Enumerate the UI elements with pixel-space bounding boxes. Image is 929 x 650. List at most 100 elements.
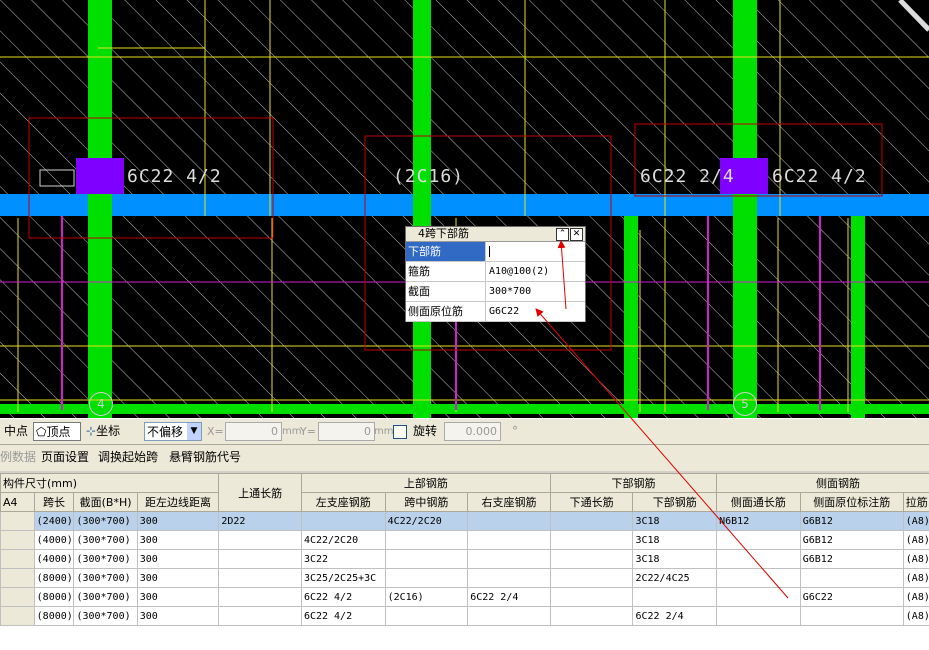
collapse-icon[interactable]: ⌃ [556,228,569,241]
table-cell[interactable]: 6C22 4/2 [300,606,386,626]
menu-item-page-setup[interactable]: 页面设置 [41,448,89,467]
table-cell[interactable] [549,606,634,626]
table-cell[interactable] [467,530,551,550]
table-cell[interactable]: (300*700) [73,549,138,569]
bottom-rebar-input[interactable] [486,242,585,261]
table-cell[interactable]: (A8) [902,587,929,607]
table-cell[interactable]: (8000) [33,606,75,626]
table-cell[interactable]: (4000) [33,549,75,569]
table-cell[interactable] [384,606,469,626]
menu-item-swap-start[interactable]: 调换起始跨 [98,448,158,467]
table-cell[interactable] [716,568,801,588]
table-cell[interactable]: (A8) [902,568,929,588]
table-cell[interactable]: G6C22 [799,587,904,607]
table-cell[interactable] [799,606,904,626]
popup-row-side-rebar[interactable]: 侧面原位筋 G6C22 [406,302,585,322]
table-cell[interactable] [716,530,801,550]
popup-value[interactable]: G6C22 [486,302,585,321]
coord-button[interactable]: ⊹坐标 [86,422,120,441]
table-cell[interactable]: G6B12 [799,511,904,531]
table-cell[interactable] [300,511,386,531]
table-row[interactable]: (4000) (300*700) 300 4C22/2C20 3C18 G6B12 (A8) [0,530,929,550]
table-cell[interactable] [0,511,35,531]
table-cell[interactable] [549,511,634,531]
table-cell[interactable]: (300*700) [73,606,138,626]
table-cell[interactable]: (8000) [33,587,75,607]
table-cell[interactable] [218,530,302,550]
table-cell[interactable]: 6C22 2/4 [632,606,718,626]
table-cell[interactable] [218,549,302,569]
table-cell[interactable]: 6C22 4/2 [300,587,386,607]
x-input[interactable]: 0 [225,422,282,441]
table-cell[interactable]: 3C18 [632,530,718,550]
table-cell[interactable] [716,606,801,626]
menu-item-cantilever-code[interactable]: 悬臂钢筋代号 [169,448,241,467]
table-row[interactable]: (8000) (300*700) 300 6C22 4/2 (2C16) 6C22 2/4… [0,587,929,607]
close-icon[interactable]: ✕ [570,228,583,241]
table-cell[interactable]: 300 [136,549,220,569]
table-cell[interactable]: 3C18 [632,549,718,569]
cad-canvas[interactable]: 6C22 4/2 (2C16) 6C22 2/4 6C22 4/2 4 5 4跨… [0,0,929,418]
table-cell[interactable]: 300 [136,606,220,626]
table-cell[interactable] [467,568,551,588]
table-cell[interactable]: 3C18 [632,511,718,531]
table-cell[interactable] [0,587,35,607]
table-cell[interactable]: 6C22 2/4 [467,587,551,607]
table-cell[interactable]: 2D22 [218,511,302,531]
table-cell[interactable] [0,530,35,550]
table-cell[interactable]: G6B12 [799,530,904,550]
table-cell[interactable] [218,587,302,607]
table-cell[interactable]: (300*700) [73,511,138,531]
table-cell[interactable] [549,587,634,607]
table-cell[interactable]: 300 [136,587,220,607]
table-cell[interactable] [632,587,718,607]
table-cell[interactable]: 3C25/2C25+3C [300,568,386,588]
table-cell[interactable]: (300*700) [73,568,138,588]
offset-select[interactable]: 不偏移 ▼ [144,422,202,441]
table-row[interactable]: (8000) (300*700) 300 6C22 4/2 6C22 2/4 (A8) [0,606,929,626]
table-cell[interactable] [384,530,469,550]
table-cell[interactable] [549,568,634,588]
table-cell[interactable]: (2400) [33,511,75,531]
table-cell[interactable] [384,549,469,569]
rotate-checkbox[interactable] [393,425,407,439]
table-cell[interactable] [549,549,634,569]
table-cell[interactable]: N6B12 [716,511,801,531]
popup-row-bottom-rebar[interactable]: 下部筋 [406,242,585,262]
table-cell[interactable]: 3C22 [300,549,386,569]
table-cell[interactable] [218,568,302,588]
table-cell[interactable]: 300 [136,568,220,588]
table-cell[interactable] [0,568,35,588]
midpoint-button[interactable]: 中点 [4,422,28,441]
table-cell[interactable]: 4C22/2C20 [300,530,386,550]
menu-item-data[interactable]: 例数据 [0,448,36,467]
table-row[interactable]: (8000) (300*700) 300 3C25/2C25+3C 2C22/4C25 (… [0,568,929,588]
popup-title-bar[interactable]: 4跨下部筋 ⌃ ✕ [406,227,585,242]
table-cell[interactable] [0,606,35,626]
table-cell[interactable] [799,568,904,588]
table-cell[interactable]: (300*700) [73,587,138,607]
rotate-input[interactable]: 0.000 [444,422,501,441]
table-cell[interactable]: (8000) [33,568,75,588]
popup-value[interactable]: 300*700 [486,282,585,301]
table-cell[interactable]: 2C22/4C25 [632,568,718,588]
table-cell[interactable]: G6B12 [799,549,904,569]
table-cell[interactable]: 300 [136,530,220,550]
table-cell[interactable] [0,549,35,569]
table-cell[interactable] [467,606,551,626]
table-cell[interactable]: (4000) [33,530,75,550]
table-row[interactable]: (2400) (300*700) 300 2D22 4C22/2C20 3C18 N6B12… [0,511,929,531]
table-cell[interactable] [716,549,801,569]
table-cell[interactable]: (300*700) [73,530,138,550]
table-cell[interactable]: (A8) [902,606,929,626]
table-cell[interactable]: (A8) [902,549,929,569]
table-cell[interactable] [218,606,302,626]
table-cell[interactable] [467,511,551,531]
table-cell[interactable]: (A8) [902,511,929,531]
popup-value[interactable]: A10@100(2) [486,262,585,281]
table-row[interactable]: (4000) (300*700) 300 3C22 3C18 G6B12 (A8) [0,549,929,569]
rebar-input-popup[interactable]: 4跨下部筋 ⌃ ✕ 下部筋 箍筋 A10@100(2) 截面 300*700 侧… [405,226,586,322]
vertex-button[interactable]: ⬠顶点 [33,422,81,441]
table-cell[interactable] [467,549,551,569]
table-cell[interactable]: (2C16) [384,587,469,607]
